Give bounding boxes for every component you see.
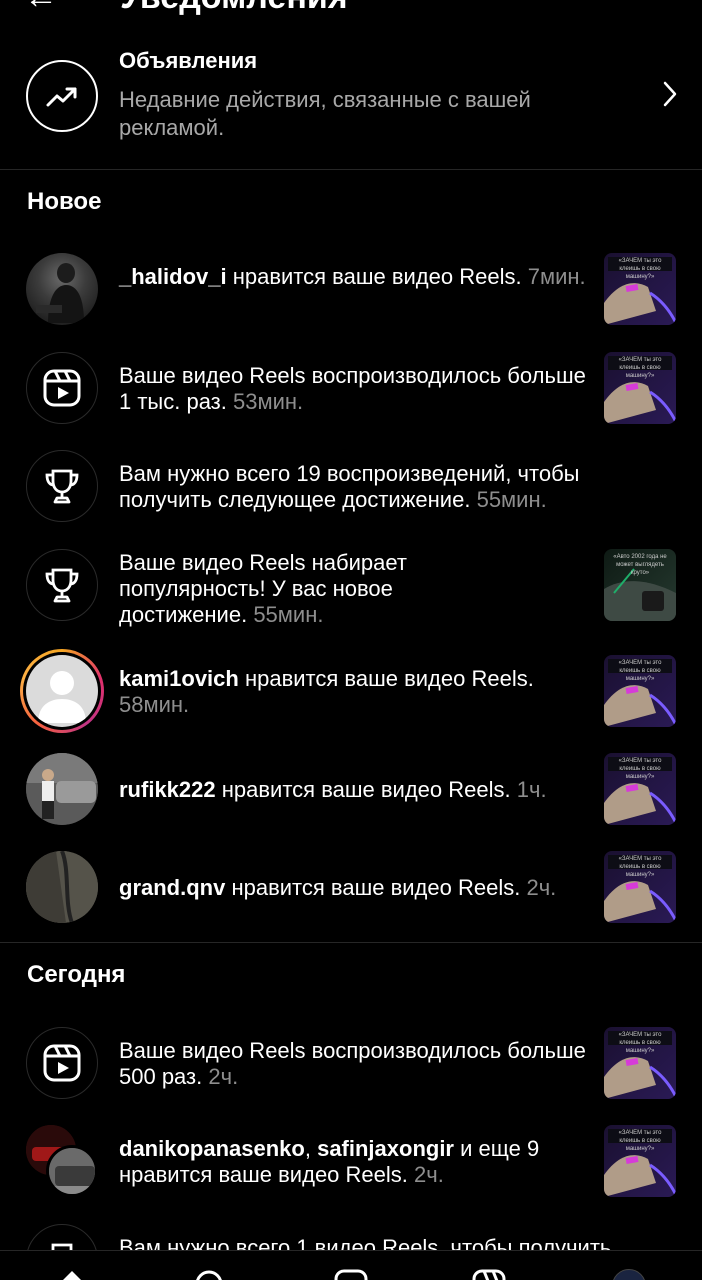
message: Ваше видео Reels воспроизводилось больше…	[119, 1038, 586, 1089]
notification-row[interactable]: Ваше видео Reels воспроизводилось больше…	[0, 343, 702, 433]
timestamp: 55мин.	[253, 602, 324, 627]
notification-row[interactable]: Ваше видео Reels набирает популярность! …	[0, 540, 702, 640]
ads-subtitle: Недавние действия, связанные с вашей рек…	[119, 87, 531, 140]
notification-row[interactable]: Вам нужно всего 1 видео Reels, чтобы пол…	[0, 1215, 702, 1250]
add-icon[interactable]	[334, 1269, 368, 1280]
section-title-new: Новое	[27, 188, 102, 215]
section-title-today: Сегодня	[27, 961, 126, 988]
message: нравится ваше видео Reels.	[238, 666, 534, 691]
timestamp: 2ч.	[208, 1064, 239, 1089]
notification-text: Ваше видео Reels воспроизводилось больше…	[119, 1038, 589, 1090]
reel-thumbnail[interactable]: «ЗАЧЕМ ты это клеишь в свою машину?»	[604, 1125, 676, 1197]
search-icon[interactable]	[194, 1269, 224, 1280]
timestamp: 2ч.	[526, 875, 557, 900]
reel-thumbnail[interactable]: «ЗАЧЕМ ты это клеишь в свою машину?»	[604, 253, 676, 325]
message: нравится ваше видео Reels.	[215, 777, 511, 802]
username[interactable]: grand.qnv	[119, 875, 225, 900]
notification-row[interactable]: Ваше видео Reels воспроизводилось больше…	[0, 1018, 702, 1108]
profile-avatar[interactable]	[612, 1269, 646, 1280]
avatar[interactable]	[26, 753, 98, 825]
divider	[0, 942, 702, 943]
notification-row[interactable]: kami1ovich нравится ваше видео Reels. 58…	[0, 646, 702, 736]
reel-thumbnail[interactable]: «ЗАЧЕМ ты это клеишь в свою машину?»	[604, 753, 676, 825]
thumbnail-caption: «ЗАЧЕМ ты это клеишь в свою машину?»	[618, 660, 662, 682]
reels-icon	[26, 352, 98, 424]
notification-row[interactable]: danikopanasenko, safinjaxongir и еще 9 н…	[0, 1116, 702, 1206]
trending-up-icon	[26, 60, 98, 132]
thumbnail-caption: «ЗАЧЕМ ты это клеишь в свою машину?»	[618, 856, 662, 878]
timestamp: 2ч.	[414, 1162, 444, 1187]
notifications-screen: ← Уведомления Объявления Недавние действ…	[0, 0, 702, 1280]
avatar	[46, 1145, 98, 1197]
notification-text: Вам нужно всего 1 видео Reels, чтобы пол…	[119, 1235, 659, 1250]
message: Ваше видео Reels воспроизводилось больше…	[119, 363, 586, 414]
avatar-placeholder	[26, 655, 98, 727]
timestamp: 58мин.	[119, 692, 190, 717]
thumbnail-caption: «ЗАЧЕМ ты это клеишь в свою машину?»	[618, 758, 662, 780]
thumbnail-caption: «ЗАЧЕМ ты это клеишь в свою машину?»	[618, 357, 662, 379]
notification-text: kami1ovich нравится ваше видео Reels. 58…	[119, 666, 589, 718]
notification-row[interactable]: grand.qnv нравится ваше видео Reels. 2ч.…	[0, 842, 702, 932]
trophy-icon	[26, 549, 98, 621]
thumbnail-caption: «Авто 2002 года не может выглядеть круто…	[613, 554, 667, 576]
username[interactable]: danikopanasenko	[119, 1136, 305, 1161]
thumbnail-caption: «ЗАЧЕМ ты это клеишь в свою машину?»	[618, 1130, 662, 1152]
reel-thumbnail[interactable]: «ЗАЧЕМ ты это клеишь в свою машину?»	[604, 851, 676, 923]
avatar-stack[interactable]	[26, 1125, 98, 1197]
page-title: Уведомления	[120, 0, 348, 14]
trophy-icon	[26, 450, 98, 522]
reel-thumbnail[interactable]: «Авто 2002 года не может выглядеть круто…	[604, 549, 676, 621]
bottom-nav	[0, 1250, 702, 1280]
timestamp: 53мин.	[233, 389, 304, 414]
top-header: ← Уведомления	[0, 0, 702, 14]
chevron-right-icon	[663, 81, 677, 107]
avatar[interactable]	[26, 851, 98, 923]
notification-row[interactable]: _halidov_i нравится ваше видео Reels. 7м…	[0, 244, 702, 334]
divider	[0, 169, 702, 170]
reels-icon	[26, 1027, 98, 1099]
timestamp: 7мин.	[527, 264, 586, 289]
reel-thumbnail[interactable]: «ЗАЧЕМ ты это клеишь в свою машину?»	[604, 655, 676, 727]
trophy-icon	[26, 1224, 98, 1250]
timestamp: 55мин.	[476, 487, 547, 512]
notification-text: Вам нужно всего 19 воспроизведений, чтоб…	[119, 461, 639, 513]
timestamp: 1ч.	[516, 777, 547, 802]
thumbnail-caption: «ЗАЧЕМ ты это клеишь в свою машину?»	[618, 1032, 662, 1054]
username[interactable]: _halidov_i	[119, 264, 227, 289]
notification-row[interactable]: Вам нужно всего 19 воспроизведений, чтоб…	[0, 441, 702, 531]
home-icon[interactable]	[58, 1269, 86, 1280]
message: нравится ваше видео Reels.	[226, 264, 522, 289]
reel-thumbnail[interactable]: «ЗАЧЕМ ты это клеишь в свою машину?»	[604, 352, 676, 424]
notification-text: Ваше видео Reels набирает популярность! …	[119, 550, 499, 628]
username[interactable]: rufikk222	[119, 777, 216, 802]
ads-row[interactable]: Объявления Недавние действия, связанные …	[0, 40, 702, 170]
username[interactable]: kami1ovich	[119, 666, 239, 691]
avatar[interactable]	[26, 253, 98, 325]
notification-text: _halidov_i нравится ваше видео Reels. 7м…	[119, 264, 589, 290]
ads-title: Объявления	[119, 48, 258, 73]
back-arrow-icon[interactable]: ←	[24, 0, 58, 14]
notification-row[interactable]: rufikk222 нравится ваше видео Reels. 1ч.…	[0, 744, 702, 834]
notification-text: Ваше видео Reels воспроизводилось больше…	[119, 363, 589, 415]
message: нравится ваше видео Reels.	[225, 875, 521, 900]
reels-icon[interactable]	[472, 1269, 506, 1280]
story-ring[interactable]	[20, 649, 104, 733]
notification-text: danikopanasenko, safinjaxongir и еще 9 н…	[119, 1136, 540, 1187]
notification-text: rufikk222 нравится ваше видео Reels. 1ч.	[119, 777, 619, 803]
thumbnail-caption: «ЗАЧЕМ ты это клеишь в свою машину?»	[618, 258, 662, 280]
reel-thumbnail[interactable]: «ЗАЧЕМ ты это клеишь в свою машину?»	[604, 1027, 676, 1099]
username[interactable]: safinjaxongir	[317, 1136, 454, 1161]
message: Вам нужно всего 1 видео Reels, чтобы пол…	[119, 1235, 612, 1250]
notification-text: grand.qnv нравится ваше видео Reels. 2ч.	[119, 875, 619, 901]
